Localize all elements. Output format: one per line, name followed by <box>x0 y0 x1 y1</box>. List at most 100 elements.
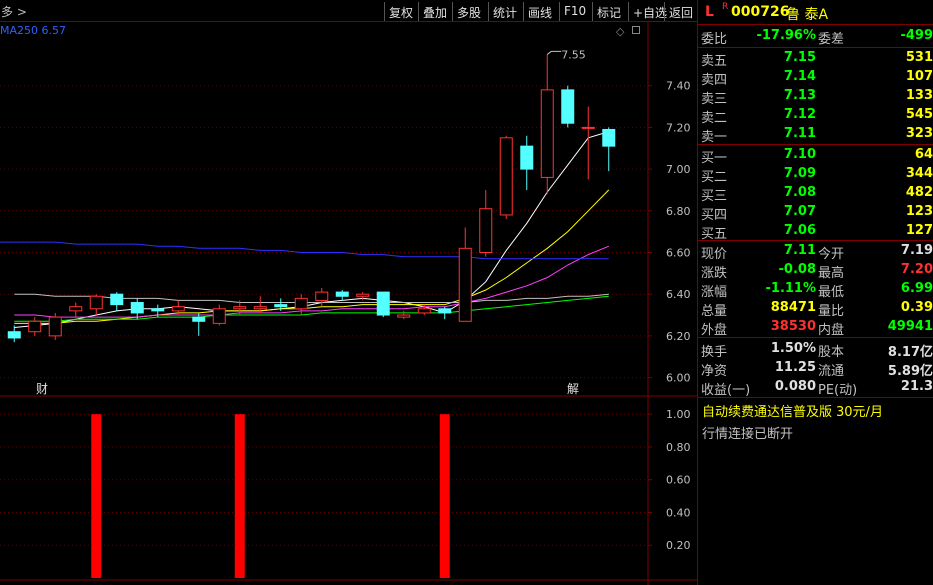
ask-row[interactable]: 卖四 7.14 107 <box>698 68 933 88</box>
stat-value: 7.19 <box>900 243 933 258</box>
bid-volume: 482 <box>905 185 933 200</box>
bid-row[interactable]: 买二 7.09 344 <box>698 165 933 185</box>
fundamental-value: 5.89亿 <box>887 364 933 379</box>
fundamental-row[interactable]: 换手 1.50% 股本 8.17亿 <box>698 340 933 360</box>
chart-grid <box>0 22 697 585</box>
fundamental-value: 0.080 <box>774 379 816 394</box>
bid-volume: 344 <box>905 166 933 181</box>
fundamental-label: 收益(一) <box>701 383 751 398</box>
promo-text[interactable]: 自动续费通达信普及版 <box>702 405 832 420</box>
weibi-row: 委比 -17.96% 委差 -499 <box>698 27 933 47</box>
ma250-line <box>0 241 609 260</box>
fundamental-row[interactable]: 净资 11.25 流通 5.89亿 <box>698 359 933 379</box>
candle-body <box>540 89 554 178</box>
candle-body <box>7 331 21 339</box>
stat-row[interactable]: 涨跌 -0.08 最高 7.20 <box>698 261 933 281</box>
stat-label: 量比 <box>818 304 845 319</box>
bid-row[interactable]: 买三 7.08 482 <box>698 184 933 204</box>
ma20-line <box>14 245 609 318</box>
ask-volume: 133 <box>905 88 933 103</box>
signal-bar <box>91 414 102 578</box>
candle <box>28 317 42 336</box>
stat-label: 今开 <box>818 247 845 262</box>
stat-value: 49941 <box>887 319 933 334</box>
signal-bar <box>439 414 450 578</box>
bid-row[interactable]: 买四 7.07 123 <box>698 203 933 223</box>
candle <box>48 312 62 341</box>
candle-body <box>397 314 411 318</box>
ask-row[interactable]: 卖三 7.13 133 <box>698 87 933 107</box>
stat-row[interactable]: 涨幅 -1.11% 最低 6.99 <box>698 280 933 300</box>
ask-volume: 545 <box>905 107 933 122</box>
bid-row[interactable]: 买一 7.10 64 <box>698 146 933 166</box>
quote-panel: L R 000726 鲁 泰A 委比 -17.96% 委差 -499 卖五 7.1… <box>697 0 933 585</box>
candle-body <box>581 126 595 129</box>
high-marker-arrow <box>546 50 562 55</box>
ask-volume: 323 <box>905 126 933 141</box>
candlestick-chart[interactable]: 7.40 7.20 7.00 6.80 6.60 6.40 6.20 6.00 1.00 0.80… <box>0 0 697 585</box>
fundamental-label: 股本 <box>818 345 845 360</box>
bid-label: 买一 <box>701 151 728 166</box>
stat-row[interactable]: 现价 7.11 今开 7.19 <box>698 242 933 262</box>
stat-label: 内盘 <box>818 323 845 338</box>
signal-tick-label: 0.80 <box>666 441 691 454</box>
stat-label: 外盘 <box>701 323 728 338</box>
stock-name[interactable]: 鲁 泰A <box>786 4 828 24</box>
stat-value: 7.11 <box>783 243 816 258</box>
price-axis: 7.40 7.20 7.00 6.80 6.60 6.40 6.20 6.00 1.00 0.80… <box>648 80 691 552</box>
candle <box>69 302 83 318</box>
divider <box>698 47 933 48</box>
ma120-line <box>14 293 609 303</box>
fundamental-value: 11.25 <box>774 360 816 375</box>
ask-price: 7.11 <box>783 126 816 141</box>
promo-price[interactable]: 30元/月 <box>836 405 883 420</box>
stock-code[interactable]: 000726 <box>731 4 789 20</box>
bid-price: 7.09 <box>783 166 816 181</box>
fundamental-label: 流通 <box>818 364 845 379</box>
candle <box>89 294 103 316</box>
candle-body <box>130 302 144 314</box>
candle <box>561 85 575 128</box>
candle-body <box>376 291 390 316</box>
bid-row[interactable]: 买五 7.06 127 <box>698 222 933 242</box>
candle-body <box>438 308 452 314</box>
weibi-value: -17.96% <box>756 28 816 43</box>
candle <box>520 135 534 190</box>
ask-row[interactable]: 卖五 7.15 531 <box>698 49 933 69</box>
stat-row[interactable]: 外盘 38530 内盘 49941 <box>698 318 933 338</box>
candle-body <box>171 306 185 312</box>
high-marker-label: 7.55 <box>561 48 586 61</box>
bid-price: 7.08 <box>783 185 816 200</box>
candle-body <box>602 128 616 147</box>
candle-body <box>69 306 83 312</box>
divider <box>698 397 933 398</box>
price-tick-label: 6.40 <box>666 288 691 301</box>
candle <box>130 298 144 320</box>
price-tick-label: 6.80 <box>666 205 691 218</box>
candle-body <box>315 291 329 301</box>
fundamental-row[interactable]: 收益(一) 0.080 PE(动) 21.3 <box>698 378 933 398</box>
unlock-marker: 解 <box>567 382 579 396</box>
stat-value: 88471 <box>770 300 816 315</box>
candle <box>212 304 226 326</box>
candle <box>110 292 124 311</box>
candle <box>438 306 452 320</box>
ask-row[interactable]: 卖二 7.12 545 <box>698 106 933 126</box>
weibi-label: 委比 <box>701 32 728 47</box>
stat-value: -1.11% <box>765 281 817 296</box>
fundamental-label: PE(动) <box>818 383 858 398</box>
ask-row[interactable]: 卖一 7.11 323 <box>698 125 933 145</box>
candle <box>479 189 493 257</box>
candle <box>540 54 554 195</box>
candle <box>294 294 308 316</box>
stat-label: 涨幅 <box>701 285 728 300</box>
ma5-line <box>14 131 609 328</box>
connection-status: 行情连接已断开 <box>702 427 794 442</box>
bid-volume: 64 <box>914 147 933 162</box>
stat-value: 7.20 <box>900 262 933 277</box>
stat-label: 现价 <box>701 247 728 262</box>
stat-row[interactable]: 总量 88471 量比 0.39 <box>698 299 933 319</box>
stat-label: 总量 <box>701 304 728 319</box>
candle <box>335 290 349 301</box>
promo-line[interactable]: 自动续费通达信普及版 30元/月 <box>702 401 883 420</box>
